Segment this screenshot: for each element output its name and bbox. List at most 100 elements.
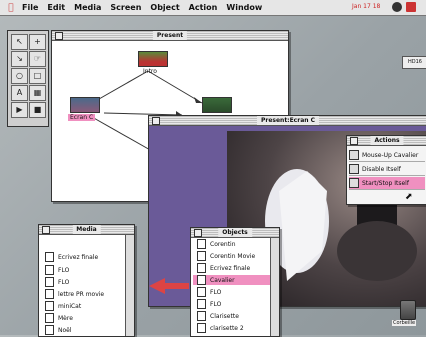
trash-label: Corbeille [392,320,417,326]
object-item-selected[interactable]: Cavalier [193,275,273,285]
file-icon [45,265,54,275]
ecran-node-label: Ecran C [68,114,96,121]
zoom-tool-icon[interactable]: ○ [11,68,28,84]
disk-label[interactable]: HD16 [402,56,426,69]
preview-title: Present:Ecran C [256,116,320,125]
crosshair-tool-icon[interactable]: + [29,34,46,50]
media-item-label: FLO [58,278,70,286]
preview-title-bar[interactable]: Present:Ecran C [149,116,426,126]
stop-tool-icon[interactable]: ■ [29,102,46,118]
intro-node-label: Intro [143,68,157,75]
media-scrollbar[interactable] [125,235,134,336]
menu-screen[interactable]: Screen [110,3,141,12]
menu-action[interactable]: Action [189,3,218,12]
objects-scrollbar[interactable] [270,238,279,336]
close-box-icon[interactable] [152,117,160,125]
file-icon [45,252,54,262]
media-item-label: Ecrivez finale [58,253,99,261]
object-item-label: Corentin Movie [210,252,256,260]
object-item-label: Ecrivez finale [210,264,251,272]
file-icon [45,325,54,335]
media-title: Media [72,225,101,234]
object-icon [197,251,206,261]
start-stop-icon [349,178,359,188]
media-item[interactable]: FLO [45,277,69,287]
object-item[interactable]: Corentin Movie [197,251,255,261]
action-row[interactable]: Mouse-Up Cavalier [349,149,425,162]
object-item[interactable]: FLO [197,299,221,309]
file-icon [45,277,54,287]
media-item-label: lettre PR movie [58,290,105,298]
close-box-icon[interactable] [42,226,50,234]
present-title-bar[interactable]: Present [52,31,288,41]
tool-palette: ↖ + ↘ ☞ ○ □ A ▦ ▶ ■ [7,30,49,127]
close-box-icon[interactable] [194,229,202,237]
close-box-icon[interactable] [55,32,63,40]
object-icon [197,299,206,309]
hand-tool-icon[interactable]: ☞ [29,51,46,67]
close-box-icon[interactable] [350,137,358,145]
media-window: Media Ecrivez finale FLO FLO lettre PR m… [38,224,135,337]
object-item-label: FLO [210,300,222,308]
media-item-label: Noël [58,326,72,334]
apple-menu-icon[interactable]:  [0,3,22,13]
objects-title-bar[interactable]: Objects [191,228,279,238]
action-label: Start/Stop Itself [362,179,409,187]
media-item-label: Mère [58,314,73,322]
action-label: Mouse-Up Cavalier [362,151,419,159]
action-row[interactable]: Disable Itself [349,163,425,176]
link-tool-icon[interactable]: ↘ [11,51,28,67]
file-icon [45,301,54,311]
media-item[interactable]: miniCat [45,301,81,311]
mouse-pointer-icon: ⬈ [405,192,413,202]
present-title: Present [152,31,188,40]
help-icon[interactable] [392,2,402,12]
play-tool-icon[interactable]: ▶ [11,102,28,118]
object-icon [197,275,206,285]
ecran-node-thumbnail[interactable] [70,97,100,113]
object-icon [197,239,206,249]
object-icon [197,263,206,273]
media-title-bar[interactable]: Media [39,225,134,235]
actions-title: Actions [370,136,404,145]
menu-file[interactable]: File [22,3,38,12]
menu-edit[interactable]: Edit [47,3,65,12]
menu-media[interactable]: Media [74,3,101,12]
object-item[interactable]: Clarisette [197,311,239,321]
actions-title-bar[interactable]: Actions [347,136,426,146]
object-item-label: Corentin [210,240,236,248]
media-item[interactable]: Ecrivez finale [45,252,98,262]
media-item[interactable]: Mère [45,313,73,323]
intro-node-thumbnail[interactable] [138,51,168,67]
object-item[interactable]: FLO [197,287,221,297]
object-item[interactable]: Ecrivez finale [197,263,250,273]
menu-object[interactable]: Object [150,3,179,12]
object-item-label: FLO [210,288,222,296]
object-icon [197,311,206,321]
object-item-label: Clarisette [210,312,239,320]
scene-node-thumbnail[interactable] [202,97,232,113]
media-item-label: miniCat [58,302,82,310]
menu-window[interactable]: Window [226,3,262,12]
application-menu-icon[interactable] [406,2,416,12]
select-tool-icon[interactable]: □ [29,68,46,84]
object-item-label: clarisette 2 [210,324,244,332]
action-label: Disable Itself [362,165,401,173]
action-row-selected[interactable]: Start/Stop Itself [349,177,425,190]
file-icon [45,289,54,299]
text-tool-icon[interactable]: A [11,85,28,101]
grid-tool-icon[interactable]: ▦ [29,85,46,101]
media-item[interactable]: lettre PR movie [45,289,104,299]
objects-title: Objects [218,228,252,237]
trash-icon[interactable] [400,300,416,320]
object-item[interactable]: Corentin [197,239,236,249]
media-item[interactable]: Noël [45,325,72,335]
object-item[interactable]: clarisette 2 [197,323,244,333]
disable-icon [349,164,359,174]
arrow-tool-icon[interactable]: ↖ [11,34,28,50]
object-icon [197,323,206,333]
actions-window: Actions Mouse-Up Cavalier Disable Itself… [346,135,426,205]
back-arrow-icon[interactable] [149,276,189,296]
menubar-clock: Jan 17 18 [352,3,381,10]
media-item[interactable]: FLO [45,265,69,275]
